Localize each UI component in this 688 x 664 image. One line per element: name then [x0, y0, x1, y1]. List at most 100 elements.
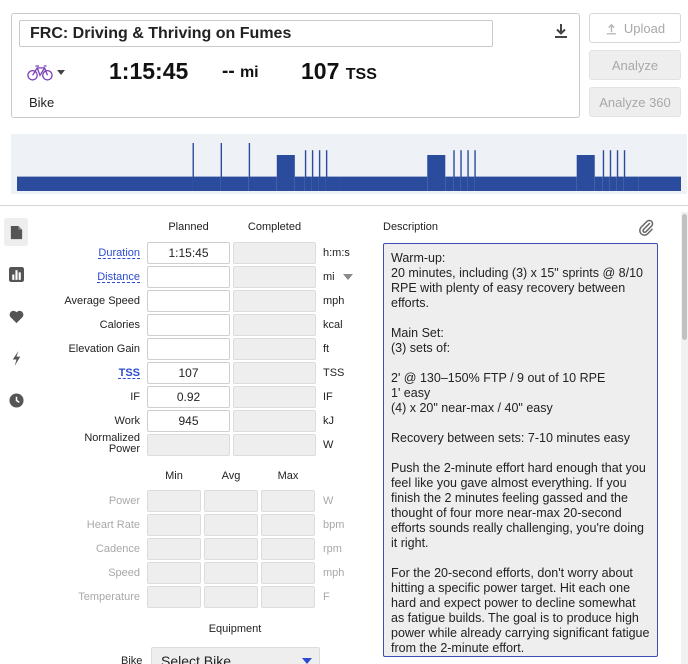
- tab-charts[interactable]: [4, 260, 28, 288]
- workout-graph-svg: [17, 143, 681, 191]
- tab-power[interactable]: [4, 344, 28, 372]
- lightning-icon: [12, 350, 20, 366]
- work-completed-input[interactable]: [233, 410, 316, 432]
- download-icon[interactable]: [552, 22, 570, 40]
- tss-completed-input[interactable]: [233, 362, 316, 384]
- clock-icon: [8, 392, 24, 408]
- graph-segment: [468, 176, 475, 191]
- cadence-label: Cadence: [95, 543, 140, 555]
- average-speed-row: Average Speed mph: [32, 290, 372, 312]
- graph-segment: [610, 176, 617, 191]
- average-speed-completed-input[interactable]: [233, 290, 316, 312]
- heart-rate-label: Heart Rate: [86, 519, 140, 531]
- upload-icon: [606, 23, 617, 34]
- description-paragraph: Warm-up: 20 minutes, including (3) x 15"…: [391, 251, 643, 310]
- heart-rate-unit: bpm: [323, 519, 345, 531]
- heart-rate-row: Heart Rate bpm: [32, 514, 372, 536]
- bar-chart-icon: [8, 266, 24, 282]
- cadence-min-input[interactable]: [147, 538, 201, 560]
- tss-planned-input[interactable]: 107: [147, 362, 230, 384]
- tab-health[interactable]: [4, 302, 28, 330]
- cadence-max-input[interactable]: [261, 538, 315, 560]
- workout-structure-graph[interactable]: [11, 134, 687, 194]
- normalized-power-planned-input[interactable]: [147, 434, 230, 456]
- distance-label[interactable]: Distance: [97, 271, 140, 283]
- completed-column-header: Completed: [247, 221, 302, 233]
- tss-unit: TSS: [345, 66, 377, 83]
- elevation-gain-completed-input[interactable]: [233, 338, 316, 360]
- distance-completed-input[interactable]: [233, 266, 316, 288]
- description-paragraph: Recovery between sets: 7-10 minutes easy: [391, 431, 631, 445]
- heart-rate-min-input[interactable]: [147, 514, 201, 536]
- elevation-gain-planned-input[interactable]: [147, 338, 230, 360]
- chevron-down-icon: [302, 658, 312, 664]
- power-label: Power: [108, 495, 140, 507]
- workout-title-input[interactable]: FRC: Driving & Thriving on Fumes: [19, 20, 493, 47]
- calories-completed-input[interactable]: [233, 314, 316, 336]
- graph-segment: [339, 176, 428, 191]
- average-speed-planned-input[interactable]: [147, 290, 230, 312]
- speed-max-input[interactable]: [261, 562, 315, 584]
- temperature-label: Temperature: [78, 591, 140, 603]
- analyze-button[interactable]: Analyze: [589, 50, 681, 80]
- avg-column-header: Avg: [221, 470, 241, 482]
- bike-equipment-label: Bike: [121, 655, 143, 664]
- temperature-avg-input[interactable]: [204, 586, 258, 608]
- duration-label[interactable]: Duration: [98, 247, 140, 259]
- distance-row: Distance mi: [32, 266, 372, 288]
- paperclip-icon[interactable]: [637, 218, 655, 236]
- side-tab-rail: [0, 212, 32, 664]
- chevron-down-icon: [342, 274, 353, 280]
- temperature-min-input[interactable]: [147, 586, 201, 608]
- calories-planned-input[interactable]: [147, 314, 230, 336]
- normalized-power-row: Normalized Power W: [32, 433, 372, 456]
- power-row: Power W: [32, 490, 372, 512]
- tss-label[interactable]: TSS: [119, 367, 140, 379]
- heart-rate-max-input[interactable]: [261, 514, 315, 536]
- heart-rate-avg-input[interactable]: [204, 514, 258, 536]
- distance-unit-select[interactable]: mi: [323, 271, 353, 283]
- analyze-360-button[interactable]: Analyze 360: [589, 87, 681, 117]
- speed-min-input[interactable]: [147, 562, 201, 584]
- sport-label: Bike: [29, 95, 55, 110]
- graph-segment: [319, 176, 326, 191]
- document-icon: [10, 225, 22, 239]
- normalized-power-unit: W: [323, 439, 334, 451]
- duration-completed-input[interactable]: [233, 242, 316, 264]
- calories-unit: kcal: [323, 319, 343, 331]
- graph-segment: [276, 155, 295, 191]
- distance-planned-input[interactable]: [147, 266, 230, 288]
- tab-history[interactable]: [4, 386, 28, 414]
- upload-button[interactable]: Upload: [589, 13, 681, 43]
- graph-segment: [221, 176, 249, 191]
- workout-details-form: Planned Completed Duration 1:15:45 h:m:s…: [32, 212, 372, 664]
- normalized-power-completed-input[interactable]: [233, 434, 316, 456]
- calories-row: Calories kcal: [32, 314, 372, 336]
- speed-avg-input[interactable]: [204, 562, 258, 584]
- tab-summary[interactable]: [4, 218, 28, 246]
- graph-segment: [638, 176, 681, 191]
- power-max-input[interactable]: [261, 490, 315, 512]
- power-avg-input[interactable]: [204, 490, 258, 512]
- elevation-gain-row: Elevation Gain ft: [32, 338, 372, 360]
- duration-unit: h:m:s: [323, 247, 350, 259]
- description-paragraph: Main Set: (3) sets of:: [391, 326, 451, 355]
- work-planned-input[interactable]: 945: [147, 410, 230, 432]
- if-unit: IF: [323, 391, 333, 403]
- if-completed-input[interactable]: [233, 386, 316, 408]
- power-min-input[interactable]: [147, 490, 201, 512]
- description-textarea[interactable]: Warm-up: 20 minutes, including (3) x 15"…: [383, 243, 658, 657]
- temperature-max-input[interactable]: [261, 586, 315, 608]
- sport-type-select[interactable]: [27, 60, 75, 84]
- average-speed-label: Average Speed: [64, 295, 140, 307]
- graph-segment: [445, 176, 454, 191]
- graph-segment: [617, 176, 624, 191]
- normalized-power-label-line2: Power: [108, 443, 140, 455]
- work-unit: kJ: [323, 415, 334, 427]
- graph-segment: [305, 176, 312, 191]
- if-planned-input[interactable]: 0.92: [147, 386, 230, 408]
- cadence-avg-input[interactable]: [204, 538, 258, 560]
- bike-select[interactable]: Select Bike: [151, 647, 320, 664]
- duration-planned-input[interactable]: 1:15:45: [147, 242, 230, 264]
- scrollbar-thumb[interactable]: [682, 214, 687, 340]
